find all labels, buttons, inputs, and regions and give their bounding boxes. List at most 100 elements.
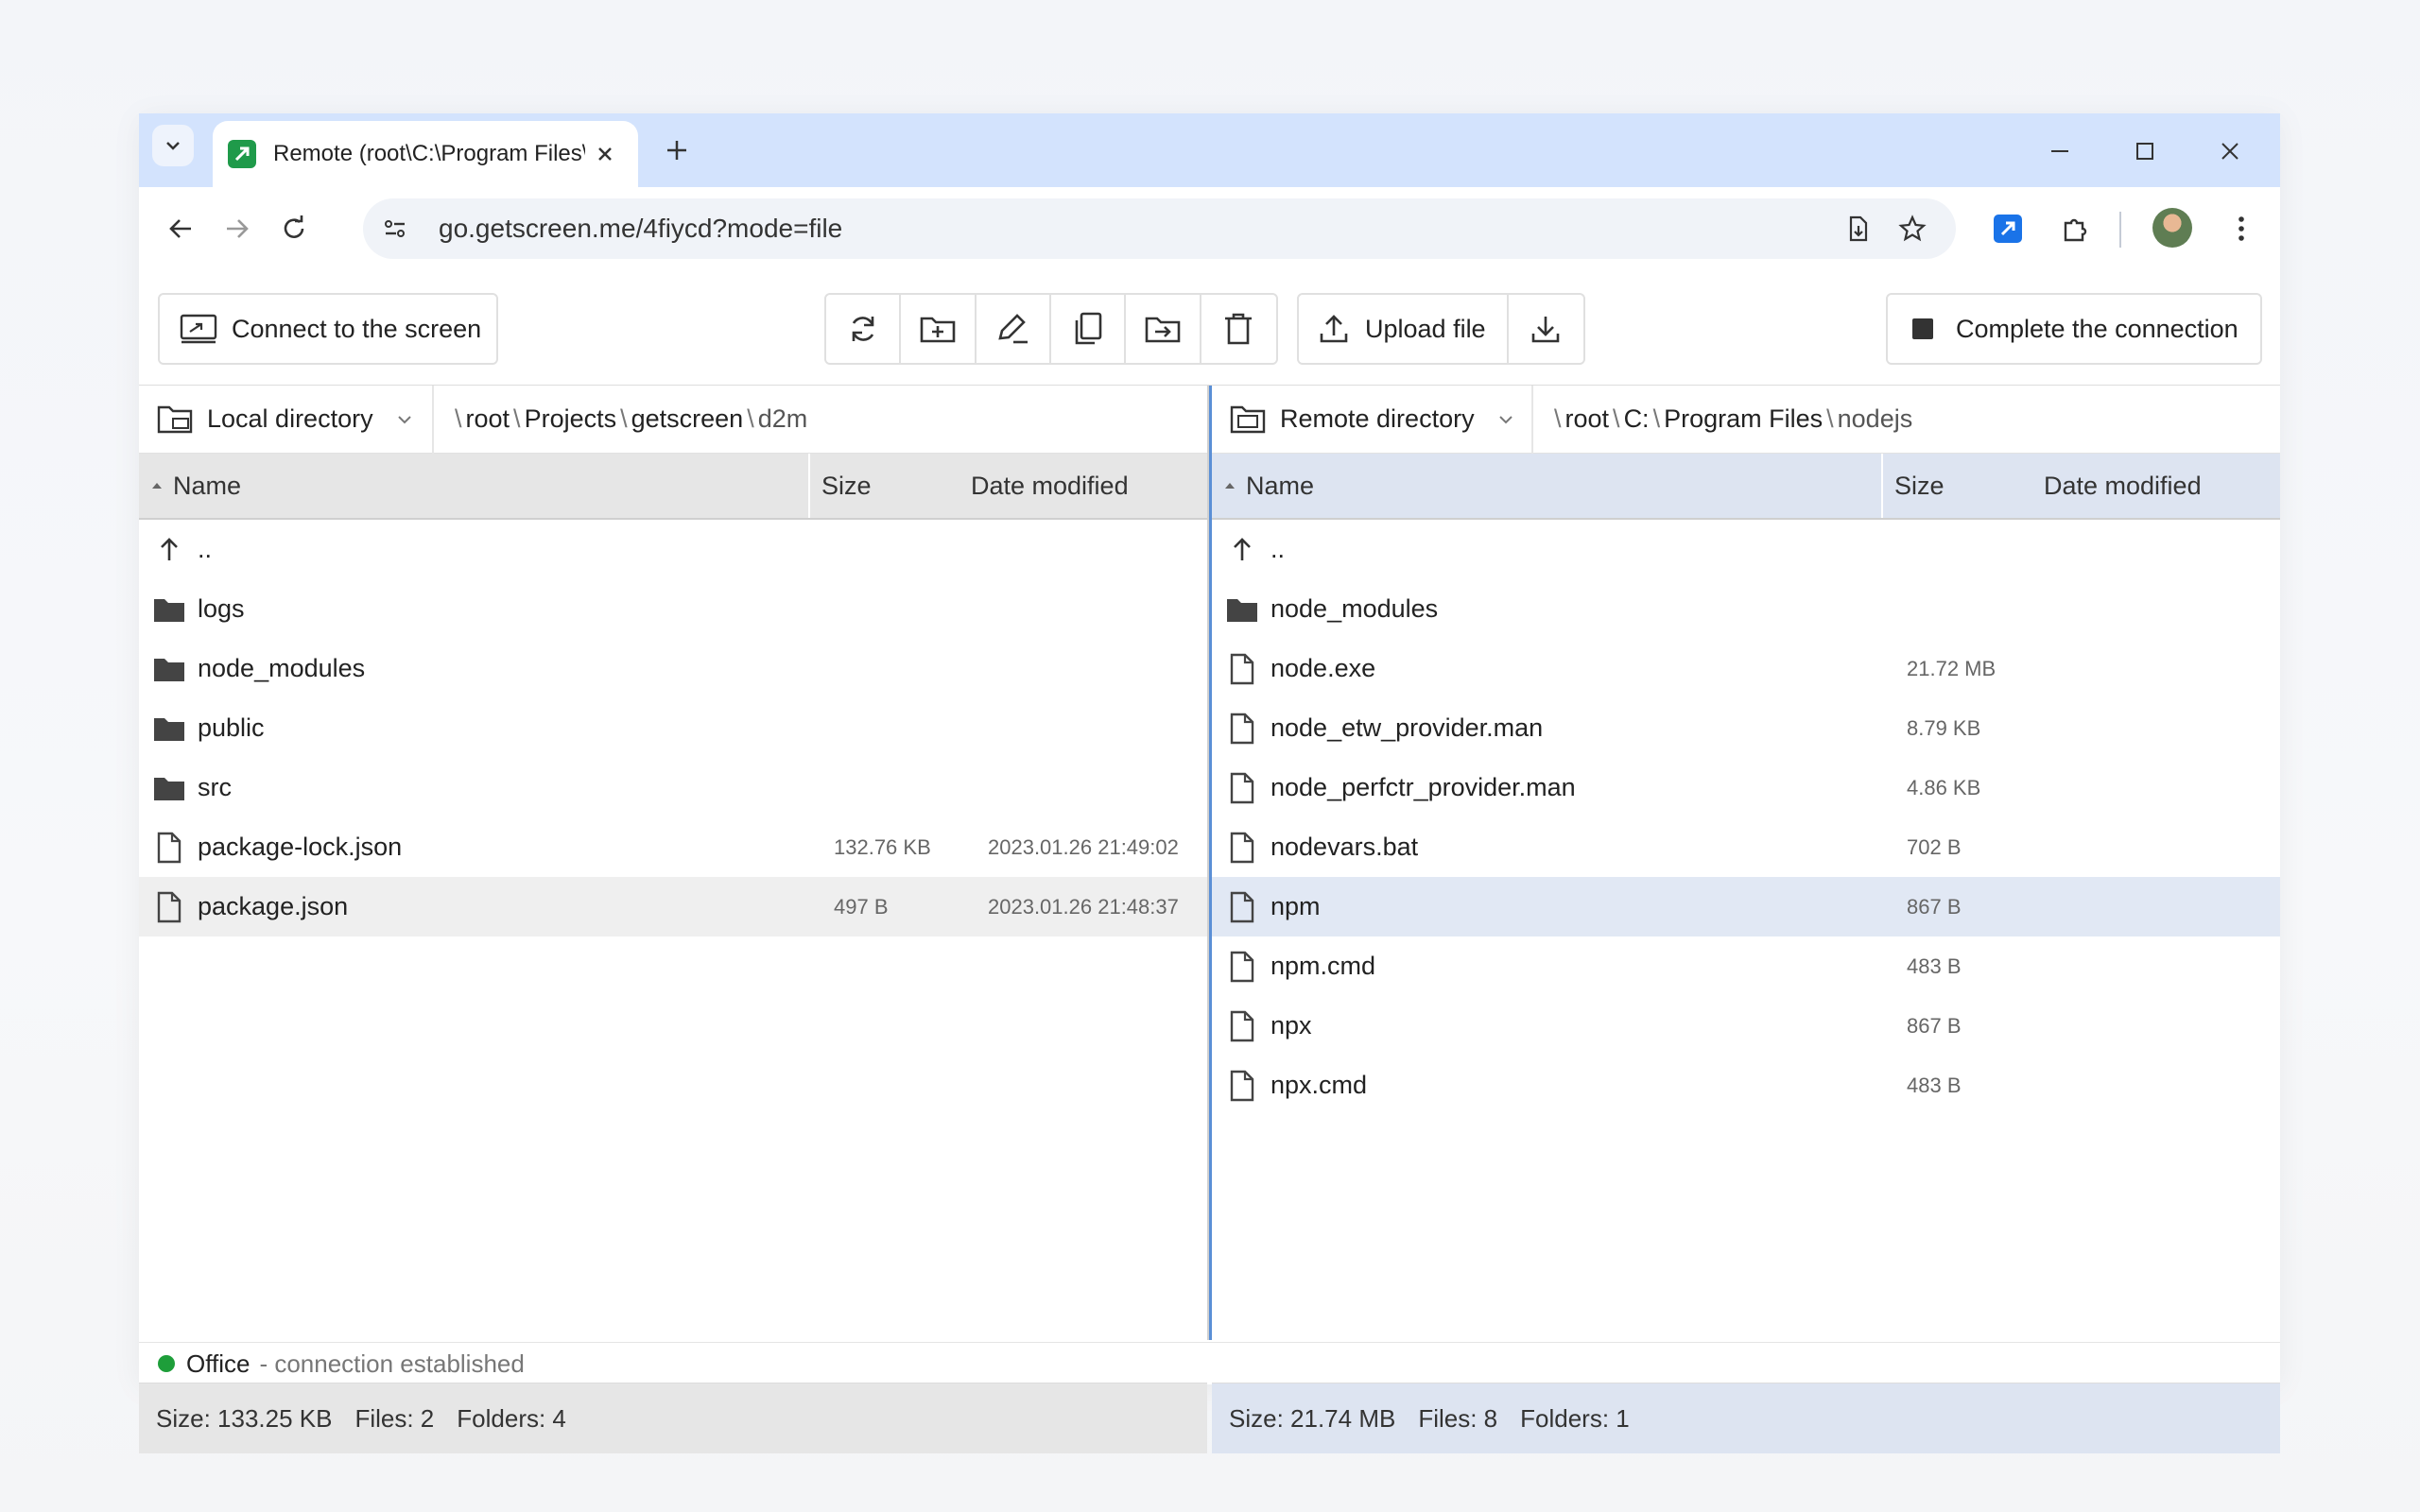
row-size: 132.76 KB [834, 834, 931, 859]
tab-title: Remote (root\C:\Program Files\ [273, 141, 585, 166]
close-tab-icon[interactable] [591, 140, 619, 168]
date-column-label: Date modified [971, 471, 1129, 500]
date-column-header[interactable]: Date modified [942, 454, 1129, 518]
breadcrumb-segment[interactable]: nodejs [1838, 404, 1913, 434]
more-menu-icon[interactable] [2219, 206, 2264, 251]
minimize-icon[interactable] [2039, 130, 2081, 172]
folder-row[interactable]: node_modules [1212, 579, 2280, 639]
monitor-icon [180, 314, 217, 344]
local-total-size: Size: 133.25 KB [156, 1403, 333, 1433]
trash-icon [1225, 313, 1253, 345]
getscreen-extension-icon[interactable] [1985, 206, 2031, 251]
bookmark-star-icon[interactable] [1892, 208, 1933, 249]
file-icon [1225, 950, 1259, 984]
local-column-header: Name Size Date modified [139, 454, 1207, 520]
profile-avatar[interactable] [2152, 208, 2192, 248]
connection-name: Office [186, 1349, 251, 1378]
breadcrumb-segment[interactable]: getscreen [631, 404, 744, 434]
date-column-header[interactable]: Date modified [2015, 454, 2202, 518]
extensions-puzzle-icon[interactable] [2052, 206, 2098, 251]
maximize-icon[interactable] [2124, 130, 2166, 172]
breadcrumb-segment[interactable]: Program Files [1664, 404, 1823, 434]
remote-folder-count: Folders: 1 [1520, 1403, 1630, 1433]
breadcrumb-segment[interactable]: root [466, 404, 510, 434]
new-folder-button[interactable] [901, 295, 977, 363]
sort-asc-icon [152, 483, 162, 489]
reload-icon[interactable] [271, 206, 317, 251]
name-column-label: Name [173, 471, 242, 500]
size-column-header[interactable]: Size [1883, 454, 2015, 518]
browser-tab[interactable]: Remote (root\C:\Program Files\ [213, 121, 638, 187]
file-row[interactable]: node_etw_provider.man 8.79 KB [1212, 698, 2280, 758]
move-button[interactable] [1126, 295, 1201, 363]
rename-button[interactable] [977, 295, 1052, 363]
local-directory-label: Local directory [207, 404, 373, 433]
refresh-button[interactable] [826, 295, 902, 363]
row-name: .. [1270, 535, 1286, 563]
new-tab-icon[interactable] [657, 130, 697, 170]
install-app-icon[interactable] [1838, 208, 1879, 249]
row-name: node_etw_provider.man [1270, 713, 1544, 742]
connect-screen-button[interactable]: Connect to the screen [158, 293, 498, 365]
file-row[interactable]: npm 867 B [1212, 877, 2280, 936]
chevron-down-icon [397, 415, 411, 423]
parent-directory-icon [152, 533, 186, 567]
file-row[interactable]: node.exe 21.72 MB [1212, 639, 2280, 698]
row-size: 21.72 MB [1907, 656, 1996, 680]
row-name: node_modules [198, 654, 366, 682]
remote-file-count: Files: 8 [1418, 1403, 1498, 1433]
site-info-icon[interactable] [374, 208, 416, 249]
delete-button[interactable] [1201, 295, 1276, 363]
folder-row[interactable]: logs [139, 579, 1207, 639]
file-row[interactable]: npm.cmd 483 B [1212, 936, 2280, 996]
name-column-header[interactable]: Name [139, 454, 810, 518]
stop-icon [1912, 318, 1933, 339]
file-icon [152, 890, 186, 924]
row-name: npx [1270, 1011, 1312, 1040]
name-column-header[interactable]: Name [1212, 454, 1883, 518]
remote-path-bar: Remote directory \ root \ C: \ Program File… [1212, 385, 2280, 454]
file-row[interactable]: package.json 497 B 2023.01.26 21:48:37 [139, 877, 1207, 936]
forward-icon[interactable] [215, 206, 260, 251]
browser-toolbar: go.getscreen.me/4fiycd?mode=file [139, 187, 2280, 272]
breadcrumb-segment[interactable]: C: [1624, 404, 1650, 434]
row-name: nodevars.bat [1270, 833, 1419, 861]
local-path-bar: Local directory \ root \ Projects \ getscre… [139, 385, 1207, 454]
close-window-icon[interactable] [2209, 130, 2251, 172]
file-row[interactable]: npx 867 B [1212, 996, 2280, 1056]
complete-connection-button[interactable]: Complete the connection [1886, 293, 2262, 365]
folder-row[interactable]: node_modules [139, 639, 1207, 698]
download-button[interactable] [1509, 295, 1583, 363]
file-row[interactable]: node_perfctr_provider.man 4.86 KB [1212, 758, 2280, 817]
parent-directory-row[interactable]: .. [139, 520, 1207, 579]
row-name: src [198, 773, 232, 801]
address-bar[interactable]: go.getscreen.me/4fiycd?mode=file [363, 198, 1956, 259]
folder-row[interactable]: src [139, 758, 1207, 817]
tab-search-button[interactable] [152, 125, 194, 166]
row-name: node_modules [1270, 594, 1439, 623]
local-directory-selector[interactable]: Local directory [139, 385, 434, 454]
copy-button[interactable] [1051, 295, 1127, 363]
upload-file-button[interactable]: Upload file [1299, 295, 1509, 363]
move-folder-icon [1145, 317, 1181, 343]
row-size: 867 B [1907, 894, 1962, 919]
row-size: 497 B [834, 894, 889, 919]
size-column-header[interactable]: Size [810, 454, 942, 518]
file-row[interactable]: package-lock.json 132.76 KB 2023.01.26 21:… [139, 817, 1207, 877]
date-column-label: Date modified [2044, 471, 2202, 500]
local-footer: Size: 133.25 KB Files: 2 Folders: 4 [139, 1383, 1207, 1453]
breadcrumb-segment[interactable]: Projects [525, 404, 617, 434]
row-size: 702 B [1907, 834, 1962, 859]
row-name: npx.cmd [1270, 1071, 1368, 1099]
breadcrumb-segment[interactable]: d2m [758, 404, 808, 434]
local-panel: Local directory \ root \ Projects \ getscre… [139, 385, 1207, 1453]
back-icon[interactable] [158, 206, 203, 251]
folder-icon [152, 652, 186, 686]
breadcrumb-segment[interactable]: root [1565, 404, 1610, 434]
parent-directory-row[interactable]: .. [1212, 520, 2280, 579]
folder-row[interactable]: public [139, 698, 1207, 758]
remote-directory-selector[interactable]: Remote directory [1212, 385, 1533, 454]
file-row[interactable]: npx.cmd 483 B [1212, 1056, 2280, 1115]
file-row[interactable]: nodevars.bat 702 B [1212, 817, 2280, 877]
url-text[interactable]: go.getscreen.me/4fiycd?mode=file [439, 214, 842, 244]
